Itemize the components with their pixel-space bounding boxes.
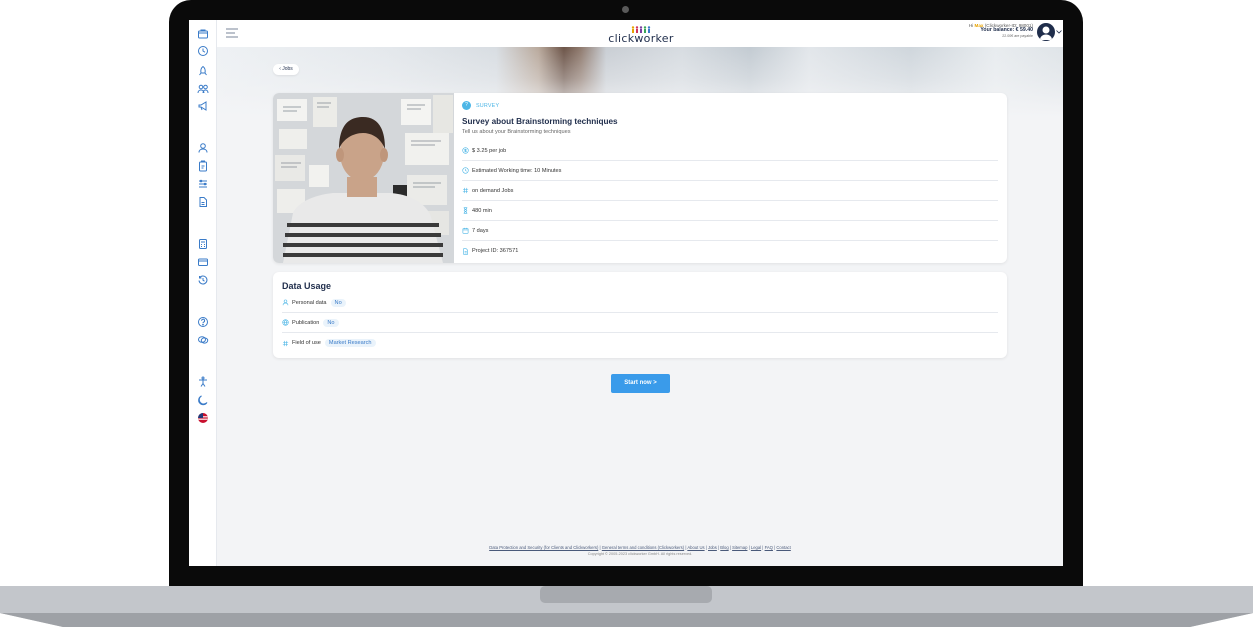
laptop-base	[0, 586, 1253, 627]
detail-row-duration: 480 min	[462, 201, 998, 221]
sidebar-clipboard-icon[interactable]	[197, 160, 209, 172]
footer-link-blog[interactable]: Blog	[720, 545, 728, 550]
sidebar-users-icon[interactable]	[197, 83, 209, 95]
sidebar-profile-icon[interactable]	[197, 142, 209, 154]
sidebar-chat-icon[interactable]	[197, 334, 209, 346]
detail-type-text: on demand Jobs	[472, 187, 514, 194]
chevron-down-icon[interactable]	[1056, 30, 1062, 34]
sidebar-moon-icon[interactable]	[197, 394, 209, 406]
footer-link-about-us[interactable]: About Us	[687, 545, 704, 550]
clickworker-logo[interactable]: clickworker	[605, 26, 677, 45]
sidebar-megaphone-icon[interactable]	[197, 100, 209, 112]
job-title: Survey about Brainstorming techniques	[462, 117, 618, 126]
job-image	[273, 93, 454, 263]
hourglass-icon	[462, 207, 469, 214]
sidebar-wallet-icon[interactable]	[197, 28, 209, 40]
detail-row-time: Estimated Working time: 10 Minutes	[462, 161, 998, 181]
document-icon	[462, 247, 469, 255]
footer-link-contact[interactable]: Contact	[776, 545, 790, 550]
footer-link-sitemap[interactable]: Sitemap	[732, 545, 747, 550]
sidebar-clock-icon[interactable]	[197, 45, 209, 57]
detail-row-days: 7 days	[462, 221, 998, 241]
sidebar-help-icon[interactable]	[197, 316, 209, 328]
start-now-button[interactable]: Start now >	[611, 374, 670, 393]
footer-link-faq[interactable]: FAQ	[765, 545, 773, 550]
hash-icon	[462, 187, 469, 194]
detail-row-project-id: Project ID: 367571	[462, 241, 998, 261]
usage-row-publication: Publication No	[282, 313, 998, 333]
person-icon	[282, 299, 289, 306]
sidebar	[189, 20, 217, 566]
survey-icon: ?	[462, 101, 471, 110]
user-info: Hi Max (Clickworker-ID: 98001) Your bala…	[969, 23, 1033, 38]
usage-label-publication: Publication	[292, 319, 320, 326]
usage-value-personal-data: No	[330, 298, 346, 307]
footer-link-data-protection[interactable]: Data Protection and Security (for Client…	[489, 545, 598, 550]
footer-link-jobs[interactable]: Jobs	[708, 545, 717, 550]
user-avatar[interactable]	[1037, 23, 1055, 41]
detail-time-text: Estimated Working time: 10 Minutes	[472, 167, 562, 174]
camera-icon	[622, 6, 629, 13]
footer-link-terms[interactable]: General terms and conditions (Clickworke…	[602, 545, 684, 550]
clock-icon	[462, 167, 469, 174]
job-category: ? SURVEY	[462, 101, 499, 110]
footer: Data Protection and Security (for Client…	[217, 545, 1063, 556]
detail-days-text: 7 days	[472, 227, 489, 234]
sidebar-card-icon[interactable]	[197, 256, 209, 268]
logo-text: clickworker	[608, 32, 674, 45]
sidebar-language-flag-icon[interactable]	[197, 412, 209, 424]
detail-project-id-text: Project ID: 367571	[472, 248, 519, 254]
money-icon	[462, 147, 469, 154]
usage-row-field-of-use: Field of use Market Research	[282, 333, 998, 353]
sidebar-accessibility-icon[interactable]	[197, 376, 209, 388]
sidebar-calculator-icon[interactable]	[197, 238, 209, 250]
job-category-label: SURVEY	[476, 102, 500, 109]
hamburger-menu-icon[interactable]	[226, 28, 238, 38]
sidebar-history-icon[interactable]	[197, 274, 209, 286]
footer-link-legal[interactable]: Legal	[751, 545, 761, 550]
back-to-jobs-link[interactable]: ‹ Jobs	[273, 64, 299, 75]
payable-text: 22.00€ are payable	[1002, 34, 1033, 39]
usage-label-personal-data: Personal data	[292, 299, 327, 306]
top-bar: clickworker Hi Max (Clickworker-ID: 9800…	[217, 20, 1063, 47]
hash-icon	[282, 340, 289, 347]
usage-label-field-of-use: Field of use	[292, 340, 321, 346]
usage-value-field-of-use: Market Research	[324, 339, 376, 347]
data-usage-title: Data Usage	[282, 281, 332, 291]
job-card: ? SURVEY Survey about Brainstorming tech…	[273, 93, 1007, 263]
usage-row-personal-data: Personal data No	[282, 293, 998, 313]
data-usage-card: Data Usage Personal data No Publication …	[273, 272, 1007, 358]
detail-row-type: on demand Jobs	[462, 181, 998, 201]
usage-value-publication: No	[323, 318, 339, 327]
app-screen: clickworker Hi Max (Clickworker-ID: 9800…	[189, 20, 1063, 566]
footer-copyright: Copyright © 2005-2023 clickworker GmbH. …	[587, 552, 693, 556]
sidebar-list-icon[interactable]	[197, 178, 209, 190]
sidebar-document-icon[interactable]	[197, 196, 209, 208]
greeting-prefix: Hi	[968, 23, 974, 28]
globe-icon	[282, 319, 289, 326]
detail-row-pay: $ 3.25 per job	[462, 141, 998, 161]
detail-pay-text: $ 3.25 per job	[472, 147, 507, 154]
job-subtitle: Tell us about your Brainstorming techniq…	[462, 129, 571, 135]
detail-duration-text: 480 min	[472, 207, 492, 214]
sidebar-rocket-icon[interactable]	[197, 65, 209, 77]
back-link-label: Jobs	[282, 66, 293, 72]
footer-links: Data Protection and Security (for Client…	[489, 545, 791, 550]
calendar-icon	[462, 227, 469, 234]
